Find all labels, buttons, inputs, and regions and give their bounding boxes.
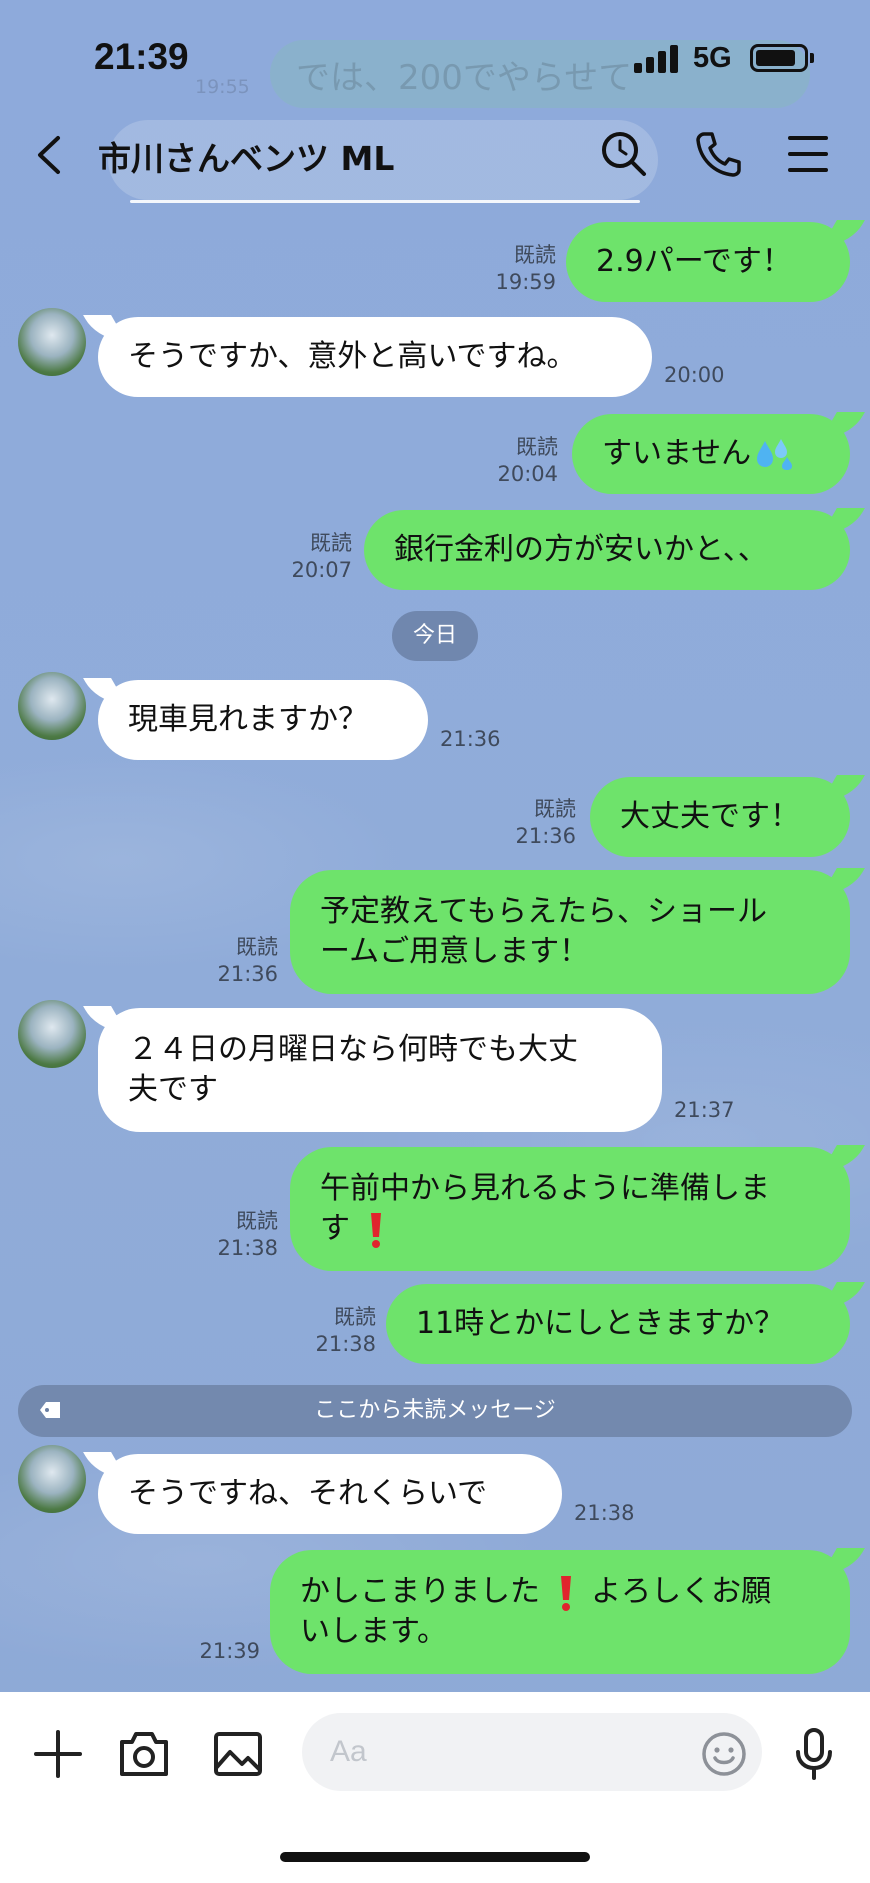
image-button[interactable] xyxy=(210,1726,266,1782)
message-bubble-outgoing[interactable]: 2.9パーです！ xyxy=(566,222,850,302)
message-meta: 既読 20:04 xyxy=(470,434,558,488)
message-time: 20:04 xyxy=(497,462,558,486)
unread-separator: ここから未読メッセージ xyxy=(18,1385,852,1437)
home-indicator xyxy=(280,1852,590,1862)
read-receipt: 既読 xyxy=(334,1305,376,1329)
day-separator: 今日 xyxy=(392,611,478,661)
exclamation-icon xyxy=(370,1212,381,1248)
message-bubble-incoming[interactable]: ２４日の月曜日なら何時でも大丈 夫です xyxy=(98,1008,662,1132)
message-time: 21:37 xyxy=(674,1098,735,1122)
message-bubble-outgoing[interactable]: 予定教えてもらえたら、ショール ームご用意します！ xyxy=(290,870,850,994)
image-icon xyxy=(214,1732,262,1776)
message-meta: 既読 21:36 xyxy=(490,796,576,850)
camera-button[interactable] xyxy=(116,1726,172,1782)
message-bubble-outgoing[interactable]: すいません xyxy=(572,414,850,494)
message-text: そうですね、それくらいで xyxy=(128,1476,488,1511)
message-bubble-incoming[interactable]: そうですか、意外と高いですね。 xyxy=(98,317,652,397)
message-time: 21:36 xyxy=(217,962,278,986)
message-text: 2.9パーです！ xyxy=(596,244,792,279)
sweat-drops-icon xyxy=(757,439,793,470)
message-text-line: よろしくお願 xyxy=(591,1574,772,1609)
message-text-line: 夫です xyxy=(128,1072,218,1107)
message-time: 21:38 xyxy=(574,1501,635,1525)
read-receipt: 既読 xyxy=(236,935,278,959)
camera-icon xyxy=(120,1732,168,1776)
message-bubble-outgoing[interactable]: 午前中から見れるように準備しま す xyxy=(290,1147,850,1271)
message-time: 21:38 xyxy=(315,1332,376,1356)
read-receipt: 既読 xyxy=(534,797,576,821)
message-text: 11時とかにしときますか？ xyxy=(416,1306,785,1341)
message-text: 現車見れますか？ xyxy=(128,702,368,737)
message-text: 大丈夫です！ xyxy=(620,799,800,834)
message-bubble-incoming[interactable]: 現車見れますか？ xyxy=(98,680,428,760)
message-list: 既読 19:59 2.9パーです！ そうですか、意外と高いですね。 20:00 … xyxy=(0,0,870,1690)
message-time: 21:39 xyxy=(199,1639,260,1663)
message-time: 21:36 xyxy=(515,824,576,848)
message-bubble-incoming[interactable]: そうですね、それくらいで xyxy=(98,1454,562,1534)
avatar[interactable] xyxy=(18,1445,86,1513)
message-meta: 既読 21:36 xyxy=(190,934,278,988)
plus-button[interactable] xyxy=(30,1726,86,1782)
message-time: 19:59 xyxy=(495,270,556,294)
message-bubble-outgoing[interactable]: 大丈夫です！ xyxy=(590,777,850,857)
avatar[interactable] xyxy=(18,672,86,740)
plus-icon xyxy=(34,1730,82,1778)
message-text-line: いします。 xyxy=(300,1614,447,1649)
tag-icon xyxy=(40,1402,60,1418)
avatar[interactable] xyxy=(18,1000,86,1068)
message-text-line: す xyxy=(320,1211,350,1246)
message-bubble-outgoing[interactable]: 銀行金利の方が安いかと、、 xyxy=(364,510,850,590)
read-receipt: 既読 xyxy=(236,1209,278,1233)
message-bubble-outgoing[interactable]: かしこまりました よろしくお願 いします。 xyxy=(270,1550,850,1674)
message-bubble-outgoing[interactable]: 11時とかにしときますか？ xyxy=(386,1284,850,1364)
message-time: 21:36 xyxy=(440,727,501,751)
emoji-button[interactable] xyxy=(694,1724,754,1784)
message-text: 銀行金利の方が安いかと、、 xyxy=(394,532,768,567)
message-time: 20:00 xyxy=(664,363,725,387)
read-receipt: 既読 xyxy=(514,243,556,267)
mic-button[interactable] xyxy=(786,1726,842,1782)
mic-icon xyxy=(796,1728,832,1780)
message-text-line: 午前中から見れるように準備しま xyxy=(320,1171,770,1206)
message-text-line: ２４日の月曜日なら何時でも大丈 xyxy=(128,1032,578,1067)
emoji-icon xyxy=(702,1732,746,1776)
read-receipt: 既読 xyxy=(310,531,352,555)
message-text-line-wrap: かしこまりました よろしくお願 xyxy=(300,1572,771,1612)
message-meta: 既読 19:59 xyxy=(470,242,556,296)
message-text-line-wrap: す xyxy=(320,1209,392,1249)
message-text-line: ームご用意します！ xyxy=(320,934,590,969)
message-time: 20:07 xyxy=(291,558,352,582)
exclamation-icon xyxy=(560,1575,571,1611)
message-text: そうですか、意外と高いですね。 xyxy=(128,339,577,374)
message-input[interactable] xyxy=(302,1713,762,1791)
message-text-line: かしこまりました xyxy=(300,1574,540,1609)
message-time: 21:38 xyxy=(217,1236,278,1260)
message-meta: 既読 21:38 xyxy=(290,1304,376,1358)
avatar[interactable] xyxy=(18,308,86,376)
read-receipt: 既読 xyxy=(516,435,558,459)
message-text: すいません xyxy=(602,436,752,471)
message-text-line: 予定教えてもらえたら、ショール xyxy=(320,894,767,929)
message-meta: 既読 21:38 xyxy=(190,1208,278,1262)
message-meta: 既読 20:07 xyxy=(262,530,352,584)
